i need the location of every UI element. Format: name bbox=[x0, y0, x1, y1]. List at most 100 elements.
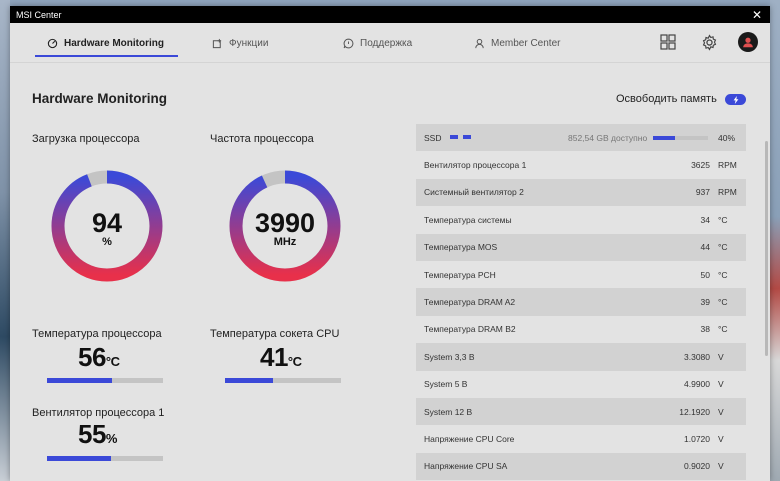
free-memory-label: Освободить память bbox=[616, 93, 717, 105]
sensor-name: Вентилятор процессора 1 bbox=[424, 160, 527, 171]
ssd-percent: 40% bbox=[718, 132, 736, 143]
sensor-unit: V bbox=[718, 351, 724, 362]
sensor-unit: V bbox=[718, 433, 724, 444]
sensor-row: System 3,3 В 3.3080 V bbox=[416, 343, 746, 371]
gauge-icon bbox=[47, 38, 58, 48]
sensor-row: Температура MOS 44 °C bbox=[416, 233, 746, 261]
free-memory-button[interactable] bbox=[725, 94, 746, 105]
cpu-temperature-bar bbox=[47, 378, 163, 383]
sensor-name: Температура MOS bbox=[424, 242, 498, 253]
sensor-unit: V bbox=[718, 461, 724, 472]
tab-member-center[interactable]: Member Center bbox=[474, 23, 560, 63]
cpu-fan-bar bbox=[47, 456, 163, 461]
sensor-value: 937 bbox=[695, 187, 710, 198]
tab-label: Member Center bbox=[491, 37, 561, 49]
sensor-row: System 12 В 12.1920 V bbox=[416, 397, 746, 426]
sensor-row: Напряжение CPU Core 1.0720 V bbox=[416, 425, 746, 452]
sensor-value: 38 bbox=[700, 324, 710, 335]
cpu-fan-unit: % bbox=[105, 431, 118, 446]
sensor-name: Температура PCH bbox=[424, 269, 496, 280]
sensor-value: 3.3080 bbox=[684, 351, 710, 362]
scrollbar[interactable] bbox=[765, 141, 768, 356]
sensor-name: Температура DRAM B2 bbox=[424, 324, 516, 335]
desktop-background-left bbox=[0, 0, 10, 481]
sensor-row: Системный вентилятор 2 937 RPM bbox=[416, 178, 746, 207]
sensor-unit: °C bbox=[718, 214, 728, 225]
socket-temperature-bar bbox=[225, 378, 341, 383]
sensor-name: System 12 В bbox=[424, 406, 473, 417]
cpu-fan-label: Вентилятор процессора 1 bbox=[32, 407, 165, 419]
ssd-name: SSD bbox=[424, 132, 442, 143]
sensor-name: Напряжение CPU SA bbox=[424, 461, 508, 472]
ssd-usage-bar bbox=[653, 136, 708, 140]
top-navigation: Hardware Monitoring Функции Поддержка Me… bbox=[10, 23, 770, 63]
page-title: Hardware Monitoring bbox=[32, 91, 168, 106]
cpu-frequency-label: Частота процессора bbox=[210, 133, 314, 145]
cpu-temperature-reading: 56°C bbox=[78, 342, 120, 373]
tab-label: Hardware Monitoring bbox=[64, 37, 165, 49]
sensor-row: Температура PCH 50 °C bbox=[416, 261, 746, 288]
sensor-name: Напряжение CPU Core bbox=[424, 433, 515, 444]
main-content: Hardware Monitoring Освободить память За… bbox=[10, 63, 770, 481]
cpu-temperature-label: Температура процессора bbox=[32, 328, 162, 340]
sensor-row: Температура DRAM A2 39 °C bbox=[416, 288, 746, 316]
member-icon bbox=[475, 38, 484, 48]
sensor-unit: RPM bbox=[718, 187, 737, 198]
socket-temperature-reading: 41°C bbox=[260, 342, 302, 373]
support-icon bbox=[343, 38, 354, 48]
cpu-fan-reading: 55% bbox=[78, 419, 117, 450]
close-button[interactable]: ✕ bbox=[750, 9, 764, 21]
sensor-value: 0.9020 bbox=[684, 461, 710, 472]
socket-temperature-label: Температура сокета CPU bbox=[210, 328, 340, 340]
grid-icon[interactable] bbox=[658, 32, 678, 52]
sensor-unit: RPM bbox=[718, 160, 737, 171]
sensor-row: Напряжение CPU SA 0.9020 V bbox=[416, 452, 746, 481]
avatar[interactable] bbox=[738, 32, 758, 52]
sensor-name: Температура DRAM A2 bbox=[424, 297, 516, 308]
sensor-value: 39 bbox=[700, 297, 710, 308]
tab-label: Поддержка bbox=[360, 37, 413, 49]
sensor-unit: V bbox=[718, 379, 724, 390]
socket-temperature-value: 41 bbox=[260, 342, 288, 372]
sensor-unit: °C bbox=[718, 324, 728, 335]
window-title: MSI Center bbox=[16, 9, 62, 20]
sensor-value: 3625 bbox=[691, 160, 710, 171]
sensor-table: SSD 852,54 GB доступно 40% Вентилятор пр… bbox=[416, 124, 746, 481]
sensor-row: System 5 В 4.9900 V bbox=[416, 371, 746, 398]
sensor-name: Системный вентилятор 2 bbox=[424, 187, 524, 198]
cpu-frequency-value: 3990 bbox=[254, 208, 316, 238]
sensor-value: 44 bbox=[700, 242, 710, 253]
sensor-unit: V bbox=[718, 406, 724, 417]
sensor-name: Температура системы bbox=[424, 214, 512, 225]
tab-features[interactable]: Функции bbox=[212, 23, 268, 63]
sensor-value: 34 bbox=[700, 214, 710, 225]
sensor-unit: °C bbox=[718, 269, 728, 280]
socket-temperature-unit: °C bbox=[287, 354, 302, 369]
cpu-fan-value: 55 bbox=[78, 419, 106, 449]
sensor-value: 1.0720 bbox=[684, 433, 710, 444]
sensor-unit: °C bbox=[718, 242, 728, 253]
sensor-unit: °C bbox=[718, 297, 728, 308]
ssd-available: 852,54 GB доступно bbox=[568, 132, 648, 143]
cpu-frequency-unit: MHz bbox=[273, 236, 297, 248]
sensor-row: Вентилятор процессора 1 3625 RPM bbox=[416, 151, 746, 178]
tab-support[interactable]: Поддержка bbox=[343, 23, 412, 63]
sensor-value: 4.9900 bbox=[684, 379, 710, 390]
cpu-temperature-value: 56 bbox=[78, 342, 106, 372]
sensor-value: 12.1920 bbox=[679, 406, 710, 417]
ssd-row: SSD 852,54 GB доступно 40% bbox=[416, 124, 746, 152]
cpu-temperature-unit: °C bbox=[105, 354, 120, 369]
ssd-indicator bbox=[450, 135, 471, 139]
title-bar: MSI Center ✕ bbox=[10, 6, 770, 23]
sensor-name: System 3,3 В bbox=[424, 351, 475, 362]
lightning-icon bbox=[733, 95, 738, 104]
tab-hardware-monitoring[interactable]: Hardware Monitoring bbox=[34, 23, 179, 63]
sensor-row: Температура системы 34 °C bbox=[416, 206, 746, 233]
sensor-value: 50 bbox=[700, 269, 710, 280]
sensor-name: System 5 В bbox=[424, 379, 468, 390]
cpu-load-label: Загрузка процессора bbox=[32, 133, 140, 145]
desktop-background-right bbox=[770, 0, 780, 481]
msi-center-window: MSI Center ✕ Hardware Monitoring Функции… bbox=[10, 6, 770, 481]
gear-icon[interactable] bbox=[699, 32, 719, 52]
cpu-load-unit: % bbox=[102, 236, 112, 248]
